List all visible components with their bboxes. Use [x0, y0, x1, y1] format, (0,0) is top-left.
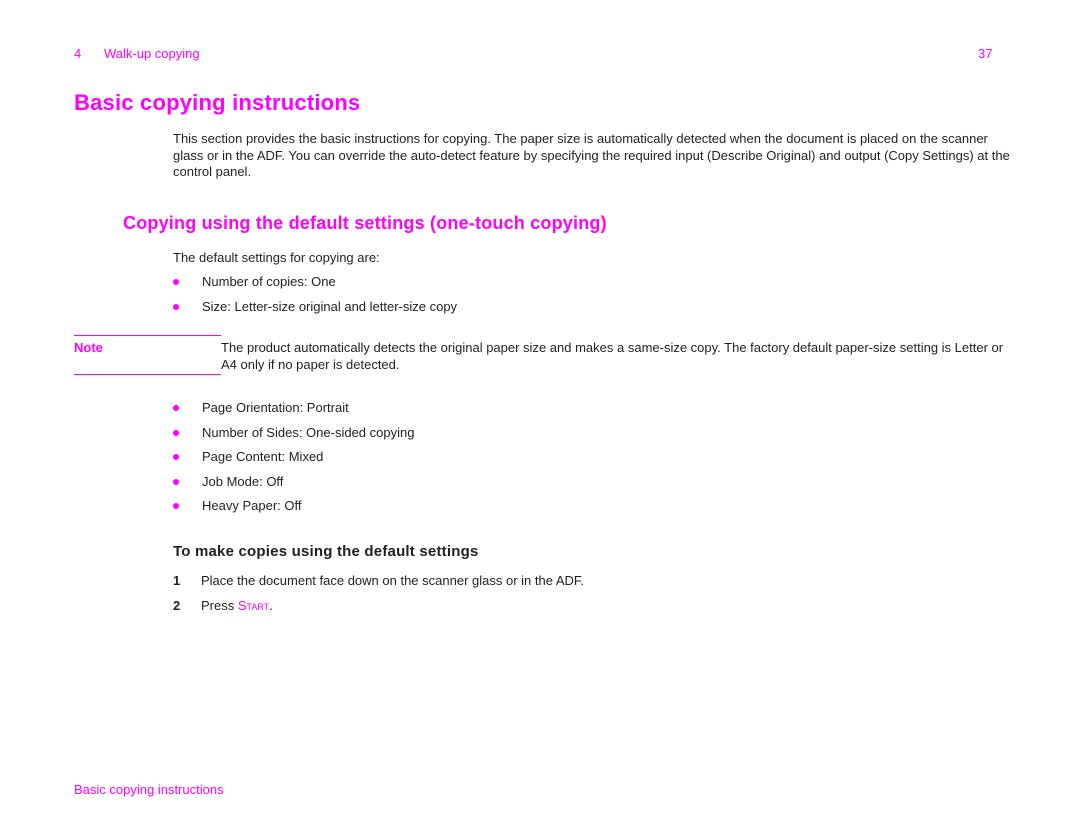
note-label: Note [74, 340, 103, 355]
procedure-steps: 1 Place the document face down on the sc… [173, 573, 584, 622]
procedure-heading: To make copies using the default setting… [173, 543, 479, 560]
list-item: Job Mode: Off [173, 474, 414, 499]
step-text-after: . [269, 597, 273, 613]
step-number: 2 [173, 597, 181, 613]
chapter-title: Walk-up copying [104, 46, 200, 61]
list-item-text: Job Mode: Off [202, 473, 284, 489]
bullet-icon [173, 429, 179, 436]
step-text: Place the document face down on the scan… [201, 573, 585, 588]
list-item: Number of Sides: One-sided copying [173, 425, 414, 450]
page-number: 37 [978, 46, 993, 61]
step-text-before: Press [201, 597, 238, 613]
defaults-list-part2: Page Orientation: Portrait Number of Sid… [173, 400, 414, 523]
note-rule-bottom [74, 374, 221, 375]
step-item: 2 Press Start. [173, 598, 584, 623]
list-item: Number of copies: One [173, 274, 457, 299]
list-item: Page Orientation: Portrait [173, 400, 414, 425]
defaults-list-part1: Number of copies: One Size: Letter-size … [173, 274, 457, 323]
list-item: Page Content: Mixed [173, 449, 414, 474]
chapter-number: 4 [74, 46, 82, 61]
step-item: 1 Place the document face down on the sc… [173, 573, 584, 598]
step-number: 1 [173, 573, 181, 588]
bullet-icon [173, 279, 179, 285]
defaults-lead-text: The default settings for copying are: [173, 250, 380, 265]
start-key-label: Start [237, 597, 270, 613]
list-item-text: Heavy Paper: Off [202, 498, 302, 513]
footer-section-title: Basic copying instructions [74, 782, 224, 797]
bullet-icon [173, 405, 179, 411]
note-text: The product automatically detects the or… [221, 340, 1004, 372]
intro-paragraph: This section provides the basic instruct… [173, 131, 1010, 179]
list-item-text: Number of Sides: One-sided copying [202, 424, 415, 440]
list-item-text: Number of copies: One [202, 274, 336, 289]
page-title: Basic copying instructions [74, 90, 361, 115]
list-item: Size: Letter-size original and letter-si… [173, 299, 457, 324]
list-item-text: Size: Letter-size original and letter-si… [202, 298, 458, 314]
bullet-icon [173, 303, 179, 310]
list-item-text: Page Content: Mixed [202, 449, 324, 464]
list-item-text: Page Orientation: Portrait [202, 400, 349, 415]
list-item: Heavy Paper: Off [173, 498, 414, 523]
bullet-icon [173, 478, 179, 485]
section-heading: Copying using the default settings (one-… [123, 213, 607, 233]
bullet-icon [173, 454, 179, 460]
note-rule-top [74, 335, 221, 336]
bullet-icon [173, 503, 179, 509]
